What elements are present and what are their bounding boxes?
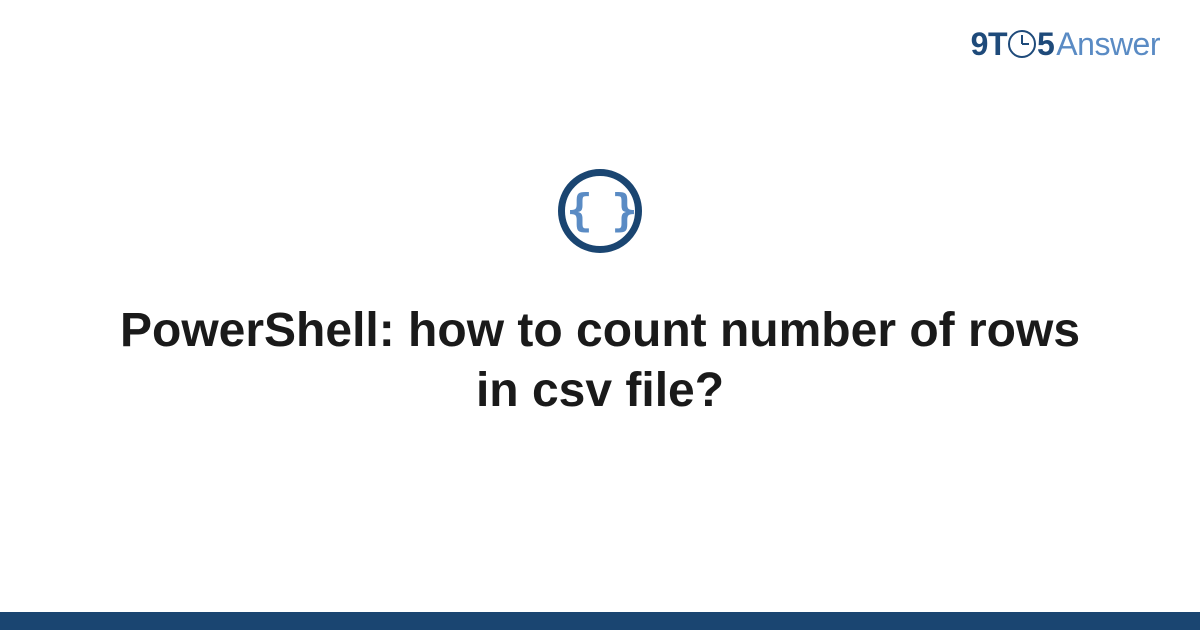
main-content: { } PowerShell: how to count number of r… bbox=[0, 0, 1200, 630]
code-braces-icon: { } bbox=[566, 189, 633, 233]
footer-accent-bar bbox=[0, 612, 1200, 630]
question-title: PowerShell: how to count number of rows … bbox=[110, 301, 1090, 421]
category-icon-circle: { } bbox=[558, 169, 642, 253]
